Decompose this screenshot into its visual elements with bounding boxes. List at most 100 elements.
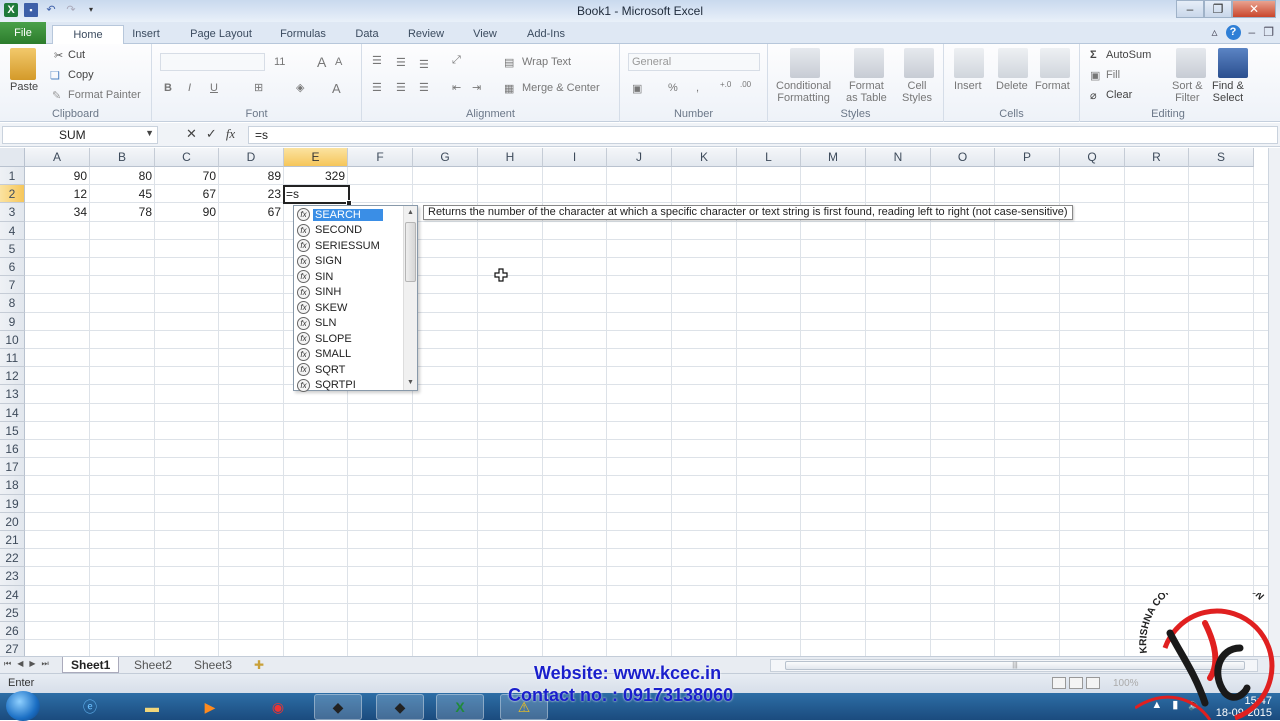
- copy-button[interactable]: Copy: [68, 69, 94, 81]
- format-painter-icon[interactable]: ✎: [52, 89, 61, 102]
- align-right-icon[interactable]: ☰: [419, 81, 429, 94]
- align-bottom-icon[interactable]: ☰: [419, 58, 429, 71]
- minimize-button[interactable]: –: [1176, 0, 1204, 18]
- row-header-14[interactable]: 14: [0, 403, 25, 422]
- cell-b1[interactable]: 80: [90, 167, 155, 185]
- restore-button[interactable]: ❐: [1204, 0, 1232, 18]
- font-size-select[interactable]: 11: [274, 56, 285, 68]
- find-select-button[interactable]: Find & Select: [1212, 80, 1244, 104]
- network-icon[interactable]: ▮: [1172, 699, 1178, 711]
- cell-a3[interactable]: 34: [25, 203, 90, 221]
- horizontal-scrollbar[interactable]: |||: [770, 659, 1258, 672]
- format-as-table-icon[interactable]: [854, 48, 884, 78]
- row-header-24[interactable]: 24: [0, 585, 25, 604]
- fill-icon[interactable]: ▣: [1090, 69, 1100, 82]
- row-header-10[interactable]: 10: [0, 330, 25, 349]
- row-header-11[interactable]: 11: [0, 349, 25, 368]
- insert-sheet-icon[interactable]: ✚: [246, 657, 272, 673]
- internet-explorer-icon[interactable]: ⓔ: [66, 694, 114, 720]
- row-header-9[interactable]: 9: [0, 312, 25, 331]
- sort-filter-button[interactable]: Sort & Filter: [1172, 80, 1203, 104]
- column-header-s[interactable]: S: [1189, 148, 1254, 167]
- row-header-27[interactable]: 27: [0, 640, 25, 656]
- clear-icon[interactable]: ⌀: [1090, 89, 1097, 102]
- workbook-minimize-icon[interactable]: –: [1249, 25, 1256, 40]
- horizontal-scroll-thumb[interactable]: |||: [785, 661, 1245, 670]
- page-layout-view-icon[interactable]: [1069, 677, 1083, 689]
- insert-function-button[interactable]: fx: [226, 126, 235, 142]
- column-header-a[interactable]: A: [25, 148, 90, 167]
- cell-d3[interactable]: 67: [219, 203, 284, 221]
- borders-icon[interactable]: ⊞: [254, 81, 263, 94]
- clock-time[interactable]: 15:47: [1216, 695, 1272, 707]
- increase-decimal-icon[interactable]: +.0: [720, 80, 731, 89]
- autocomplete-scrollbar[interactable]: ▲ ▼: [403, 206, 417, 390]
- row-header-26[interactable]: 26: [0, 622, 25, 641]
- wrap-text-icon[interactable]: ▤: [504, 56, 514, 69]
- column-header-r[interactable]: R: [1125, 148, 1189, 167]
- paste-button[interactable]: Paste: [10, 81, 38, 93]
- paste-icon[interactable]: [10, 48, 36, 80]
- first-sheet-icon[interactable]: ⏮: [4, 659, 11, 669]
- cut-button[interactable]: Cut: [68, 49, 85, 61]
- column-header-e[interactable]: E: [284, 148, 348, 167]
- normal-view-icon[interactable]: [1052, 677, 1066, 689]
- decrease-decimal-icon[interactable]: .00: [740, 80, 751, 89]
- sheet-tab-3[interactable]: Sheet3: [186, 657, 240, 673]
- autocomplete-item-sln[interactable]: fx SLN: [297, 316, 338, 332]
- formula-input[interactable]: =s: [248, 126, 1278, 144]
- cell-d1[interactable]: 89: [219, 167, 284, 185]
- row-header-6[interactable]: 6: [0, 258, 25, 277]
- taskbar-app-1-icon[interactable]: ◆: [314, 694, 362, 720]
- autosum-icon[interactable]: Σ: [1090, 49, 1097, 61]
- format-cells-button[interactable]: Format: [1035, 80, 1070, 92]
- row-header-2[interactable]: 2: [0, 185, 25, 204]
- media-player-icon[interactable]: ▶: [186, 694, 234, 720]
- show-hidden-icons[interactable]: ▲: [1151, 699, 1162, 711]
- tab-file[interactable]: File: [0, 22, 46, 44]
- zoom-level[interactable]: 100%: [1113, 678, 1139, 689]
- find-select-icon[interactable]: [1218, 48, 1248, 78]
- scroll-thumb[interactable]: [405, 222, 416, 282]
- cut-icon[interactable]: ✂: [54, 49, 63, 62]
- help-icon[interactable]: ?: [1225, 25, 1241, 40]
- cell-b3[interactable]: 78: [90, 203, 155, 221]
- clear-button[interactable]: Clear: [1106, 89, 1132, 101]
- column-header-q[interactable]: Q: [1060, 148, 1125, 167]
- conditional-formatting-button[interactable]: Conditional Formatting: [776, 80, 831, 104]
- insert-cells-button[interactable]: Insert: [954, 80, 982, 92]
- column-header-h[interactable]: H: [478, 148, 543, 167]
- select-all-button[interactable]: [0, 148, 25, 167]
- delete-cells-icon[interactable]: [998, 48, 1028, 78]
- row-header-3[interactable]: 3: [0, 203, 25, 222]
- cell-styles-button[interactable]: Cell Styles: [902, 80, 932, 104]
- tab-formulas[interactable]: Formulas: [278, 25, 328, 44]
- name-box-dropdown-icon[interactable]: ▼: [145, 128, 154, 138]
- italic-button[interactable]: I: [188, 82, 191, 94]
- bold-button[interactable]: B: [164, 82, 172, 94]
- cell-e1[interactable]: 329: [284, 167, 348, 185]
- font-name-select[interactable]: [160, 53, 265, 71]
- conditional-formatting-icon[interactable]: [790, 48, 820, 78]
- column-header-b[interactable]: B: [90, 148, 155, 167]
- tab-home[interactable]: Home: [52, 25, 124, 45]
- shrink-font-icon[interactable]: A: [335, 56, 342, 68]
- prev-sheet-icon[interactable]: ◀: [17, 659, 23, 669]
- page-break-view-icon[interactable]: [1086, 677, 1100, 689]
- format-as-table-button[interactable]: Format as Table: [846, 80, 887, 104]
- autosum-button[interactable]: AutoSum: [1106, 49, 1151, 61]
- column-header-m[interactable]: M: [801, 148, 866, 167]
- row-header-1[interactable]: 1: [0, 167, 25, 186]
- column-header-c[interactable]: C: [155, 148, 219, 167]
- align-top-icon[interactable]: ☰: [372, 54, 382, 67]
- font-color-icon[interactable]: A: [332, 81, 341, 96]
- number-format-select[interactable]: General: [628, 53, 760, 71]
- cell-a2[interactable]: 12: [25, 185, 90, 203]
- row-header-7[interactable]: 7: [0, 276, 25, 295]
- row-header-12[interactable]: 12: [0, 367, 25, 386]
- confirm-entry-button[interactable]: ✓: [206, 126, 217, 142]
- file-explorer-icon[interactable]: ▬: [128, 694, 176, 720]
- cell-b2[interactable]: 45: [90, 185, 155, 203]
- active-cell-editor[interactable]: =s: [283, 185, 352, 206]
- close-button[interactable]: ✕: [1232, 0, 1276, 18]
